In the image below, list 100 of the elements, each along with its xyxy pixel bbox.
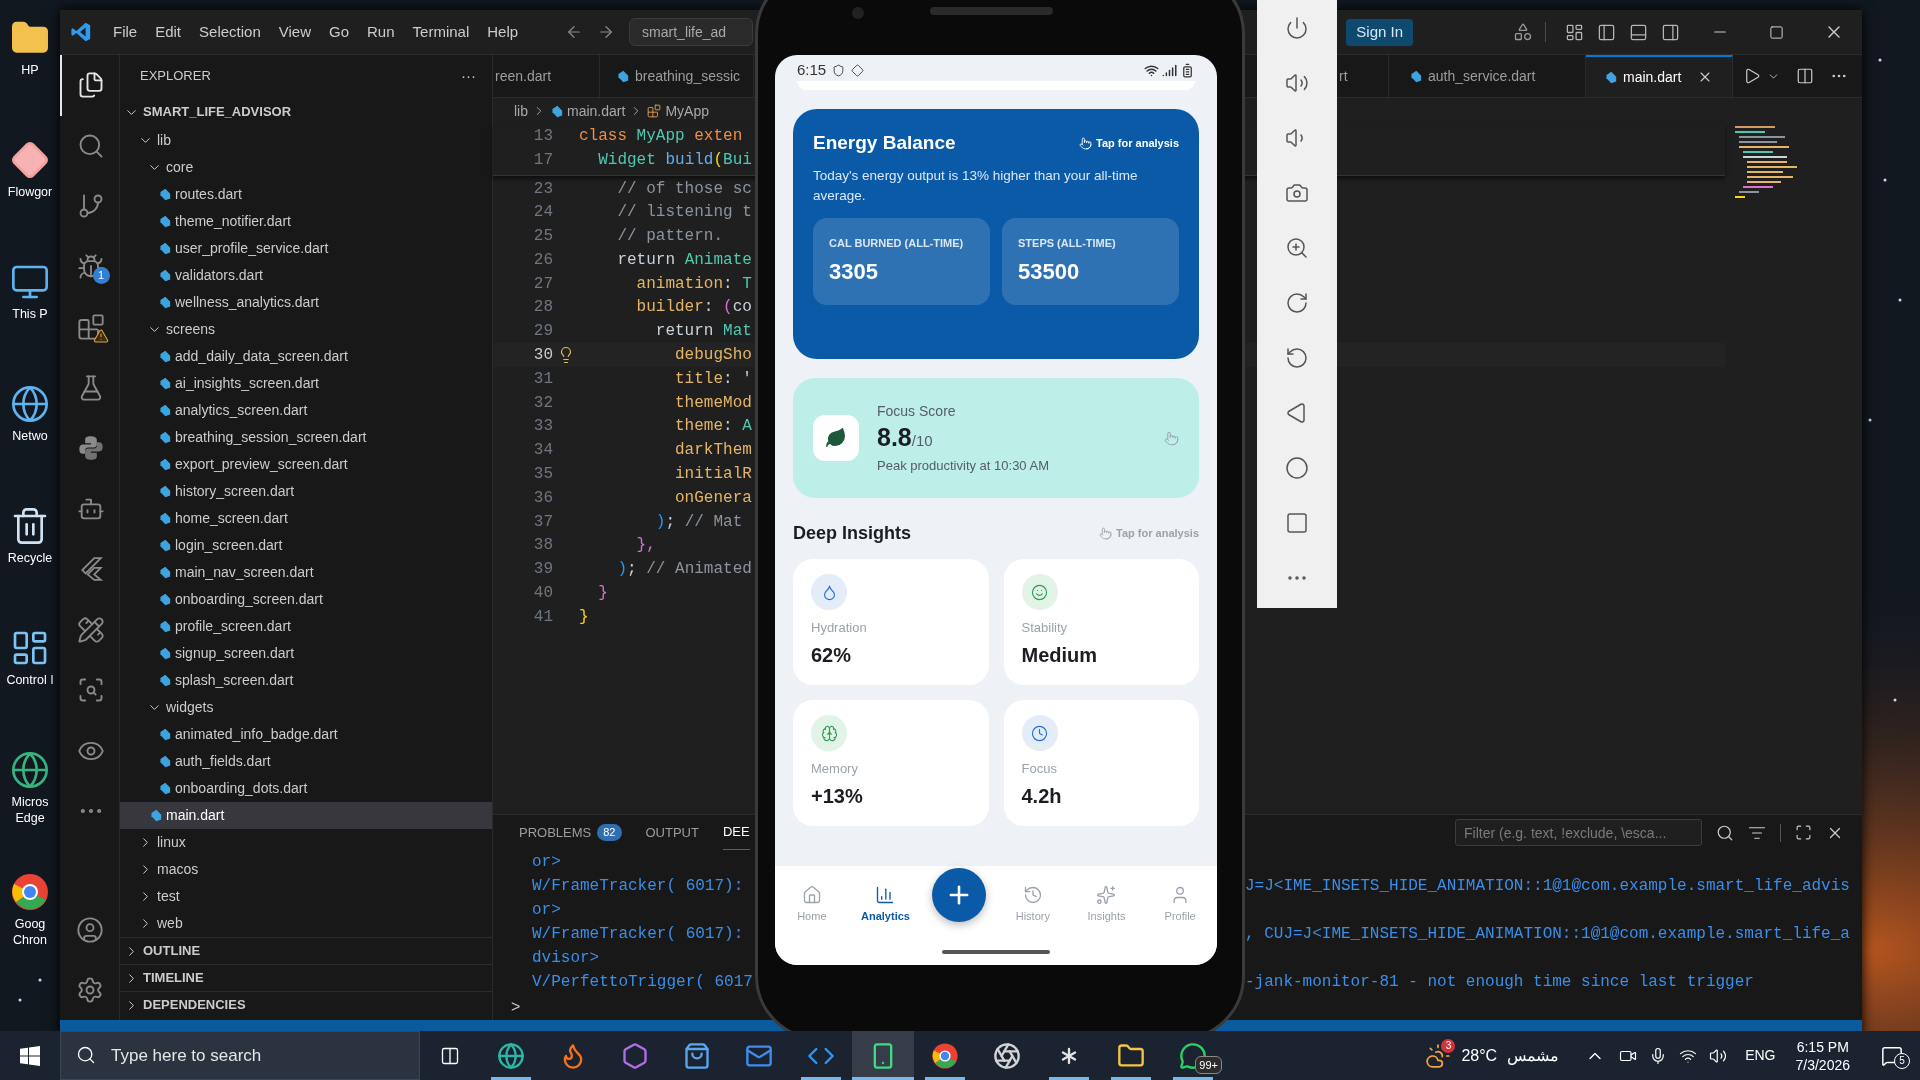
source-entry[interactable]: theme_notifier.dart — [120, 208, 492, 235]
source-entry[interactable]: login_screen.dart — [120, 532, 492, 559]
panel-tab[interactable]: PROBLEMS 82 — [519, 815, 622, 850]
volume-icon[interactable] — [1709, 1046, 1728, 1065]
folder-entry[interactable]: linux — [120, 829, 492, 856]
rotate-right-icon[interactable] — [1285, 290, 1309, 315]
secondary-sidebar-icon[interactable] — [1660, 22, 1680, 42]
editor-tab[interactable]: main.dart — [1586, 55, 1733, 97]
folder-entry[interactable]: widgets — [120, 694, 492, 721]
folder-entry[interactable]: web — [120, 910, 492, 937]
menu-item[interactable]: Help — [478, 17, 528, 47]
source-entry[interactable]: ai_insights_screen.dart — [120, 370, 492, 397]
source-entry[interactable]: routes.dart — [120, 181, 492, 208]
source-entry[interactable]: breathing_session_screen.dart — [120, 424, 492, 451]
rotate-left-icon[interactable] — [1285, 345, 1309, 370]
source-entry[interactable]: animated_info_badge.dart — [120, 721, 492, 748]
panel-tab[interactable]: DEE — [722, 815, 750, 850]
section-header[interactable]: TIMELINE — [120, 964, 492, 991]
source-entry[interactable]: splash_screen.dart — [120, 667, 492, 694]
bug-icon[interactable] — [76, 252, 105, 281]
search-field[interactable]: Type here to search — [60, 1031, 420, 1080]
source-entry[interactable]: home_screen.dart — [120, 505, 492, 532]
add-button[interactable] — [932, 868, 987, 922]
menu-item[interactable]: File — [104, 17, 147, 47]
globe-icon — [10, 750, 50, 790]
menu-item[interactable]: Go — [320, 17, 358, 47]
source-entry[interactable]: main_nav_screen.dart — [120, 559, 492, 586]
source-entry[interactable]: main.dart — [120, 802, 492, 829]
maximize-icon[interactable] — [1795, 824, 1812, 841]
energy-card[interactable]: Energy Balance Tap for analysis Today's energy output is 13% higher than your all-time average. CAL BURNED (ALL-TIME) 3305 STEPS (ALL-TIME) 53500 — [793, 109, 1199, 359]
clock-time[interactable]: 6:15 PM — [1796, 1037, 1849, 1056]
insight-card[interactable]: Stability Medium — [1003, 559, 1199, 685]
more-button[interactable]: ··· — [461, 64, 476, 88]
filter-field[interactable]: Filter (e.g. text, !exclude, \esca... — [1455, 819, 1702, 846]
project-header[interactable]: SMART_LIFE_ADVISOR — [120, 97, 492, 127]
menu-item[interactable]: Run — [358, 17, 404, 47]
source-entry[interactable]: add_daily_data_screen.dart — [120, 343, 492, 370]
snake-icon[interactable] — [76, 434, 105, 463]
insight-card[interactable]: Focus 4.2h — [1003, 700, 1199, 826]
activity-item[interactable]: 1 — [59, 236, 120, 297]
menu-item[interactable]: View — [269, 17, 320, 47]
nav-item[interactable]: Analytics — [848, 885, 923, 925]
language-indicator[interactable]: ENG — [1745, 1045, 1776, 1066]
section-header[interactable]: DEPENDENCIES — [120, 991, 492, 1018]
source-entry[interactable]: wellness_analytics.dart — [120, 289, 492, 316]
source-entry[interactable]: onboarding_dots.dart — [120, 775, 492, 802]
section-header[interactable]: OUTLINE — [120, 937, 492, 964]
sidebar-toggle-icon[interactable] — [1596, 22, 1616, 42]
home-icon[interactable] — [1285, 455, 1309, 480]
start-button[interactable] — [20, 1045, 40, 1066]
clock-date[interactable]: 7/3/2026 — [1795, 1055, 1850, 1074]
blocks-icon[interactable] — [76, 313, 105, 342]
weather-icon[interactable] — [1425, 1042, 1452, 1069]
notification-icon[interactable] — [1881, 1044, 1903, 1067]
source-entry[interactable]: auth_fields.dart — [120, 748, 492, 775]
source-entry[interactable]: export_preview_screen.dart — [120, 451, 492, 478]
folder-entry[interactable]: test — [120, 883, 492, 910]
source-entry[interactable]: user_profile_service.dart — [120, 235, 492, 262]
folder-entry[interactable]: screens — [120, 316, 492, 343]
source-entry[interactable]: analytics_screen.dart — [120, 397, 492, 424]
taskbar-app[interactable]: 99+ — [1162, 1031, 1224, 1080]
shapes-icon[interactable] — [1513, 22, 1533, 42]
panel-tab[interactable]: OUTPUT — [645, 815, 699, 850]
menu-item[interactable]: Selection — [190, 17, 270, 47]
source-entry[interactable]: history_screen.dart — [120, 478, 492, 505]
editor-tab[interactable]: reen.dart — [493, 55, 600, 97]
insight-card[interactable]: Memory +13% — [793, 700, 989, 826]
breadcrumb-item[interactable]: lib — [514, 100, 528, 122]
focus-card[interactable]: Focus Score 8.8/10 Peak productivity at 10:30 AM — [793, 378, 1199, 498]
power-icon[interactable] — [1285, 15, 1309, 40]
panel-toggle-icon[interactable] — [1628, 22, 1648, 42]
folder-entry[interactable]: core — [120, 154, 492, 181]
menu-item[interactable]: Terminal — [403, 17, 479, 47]
tap-hint[interactable]: Tap for analysis — [1079, 135, 1179, 152]
source-entry[interactable]: signup_screen.dart — [120, 640, 492, 667]
source-entry[interactable]: onboarding_screen.dart — [120, 586, 492, 613]
play-icon[interactable] — [1743, 67, 1761, 85]
maximize-icon[interactable] — [1769, 24, 1784, 40]
split-icon[interactable] — [1796, 67, 1814, 85]
pencil-ruler-icon[interactable] — [76, 615, 105, 644]
overview-icon[interactable] — [1285, 510, 1309, 535]
insight-card[interactable]: Hydration 62% — [793, 559, 989, 685]
folder-entry[interactable]: lib — [120, 127, 492, 154]
source-entry[interactable]: profile_screen.dart — [120, 613, 492, 640]
sign-in-button[interactable]: Sign In — [1346, 18, 1413, 46]
source-entry[interactable]: validators.dart — [120, 262, 492, 289]
layout-icon[interactable] — [1564, 22, 1584, 42]
line-number: 32 — [532, 392, 553, 414]
breadcrumb-item[interactable]: MyApp — [665, 100, 709, 122]
breadcrumb-item[interactable]: main.dart — [567, 100, 626, 122]
account-icon[interactable] — [75, 916, 104, 944]
search-icon[interactable] — [1716, 823, 1734, 842]
command-center[interactable]: smart_life_ad — [629, 18, 754, 46]
taskbar-app[interactable] — [852, 1031, 914, 1080]
zoom-in-icon[interactable] — [1285, 235, 1309, 260]
menu-item[interactable]: Edit — [146, 17, 191, 47]
task-view-icon[interactable] — [440, 1045, 460, 1066]
folder-entry[interactable]: macos — [120, 856, 492, 883]
desktop-icon-label: This P — [11, 306, 49, 322]
editor-tab[interactable]: rt — [1337, 55, 1389, 97]
